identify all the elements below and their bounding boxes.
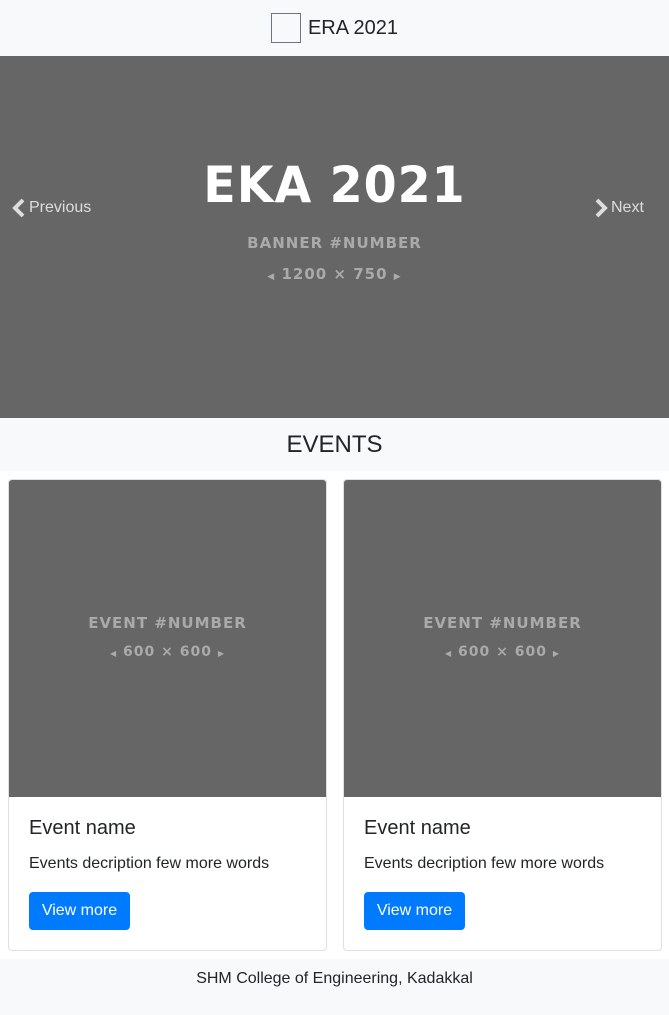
banner-size-label: ◀ 1200 × 750 ▶ (0, 265, 669, 283)
next-label: Next (611, 199, 644, 216)
banner-subtitle: BANNER #NUMBER (247, 234, 422, 252)
footer: SHM College of Engineering, Kadakkal (0, 959, 669, 1015)
caret-right-icon: ▶ (393, 272, 402, 282)
event-name: Event name (364, 817, 471, 839)
event-name: Event name (29, 817, 136, 839)
brand-logo[interactable] (270, 13, 301, 43)
brand-title[interactable]: ERA 2021 (308, 17, 398, 40)
caret-left-icon: ◀ (267, 272, 276, 282)
chevron-left-icon (12, 198, 25, 218)
event-image: EVENT #NUMBER ◀ 600 × 600 ▶ (344, 480, 661, 797)
event-description: Events decription few more words (29, 855, 270, 872)
event-image-size: ◀ 600 × 600 ▶ (9, 644, 326, 660)
caret-left-icon: ◀ (445, 649, 453, 658)
banner-carousel: EKA 2021 BANNER #NUMBER ◀ 1200 × 750 ▶ P… (0, 56, 669, 418)
event-image-label: EVENT #NUMBER (423, 614, 582, 632)
caret-right-icon: ▶ (552, 649, 560, 658)
events-heading: EVENTS (0, 418, 669, 471)
caret-left-icon: ◀ (110, 649, 118, 658)
event-image-size-text: 600 × 600 (123, 644, 212, 660)
footer-text: SHM College of Engineering, Kadakkal (196, 970, 473, 987)
event-description: Events decription few more words (364, 855, 605, 872)
banner-title: EKA 2021 (203, 156, 466, 214)
navbar: ERA 2021 (0, 0, 669, 56)
previous-label: Previous (29, 199, 92, 216)
carousel-next-button[interactable]: Next (594, 198, 644, 218)
view-more-button[interactable]: View more (364, 892, 465, 930)
event-card: EVENT #NUMBER ◀ 600 × 600 ▶ Event name E… (343, 479, 662, 951)
banner-size-text: 1200 × 750 (281, 265, 388, 283)
event-image: EVENT #NUMBER ◀ 600 × 600 ▶ (9, 480, 326, 797)
event-image-size: ◀ 600 × 600 ▶ (344, 644, 661, 660)
caret-right-icon: ▶ (217, 649, 225, 658)
event-image-size-text: 600 × 600 (458, 644, 547, 660)
carousel-previous-button[interactable]: Previous (12, 198, 91, 218)
event-card: EVENT #NUMBER ◀ 600 × 600 ▶ Event name E… (8, 479, 327, 951)
view-more-button[interactable]: View more (29, 892, 130, 930)
event-image-label: EVENT #NUMBER (88, 614, 247, 632)
chevron-right-icon (595, 198, 608, 218)
